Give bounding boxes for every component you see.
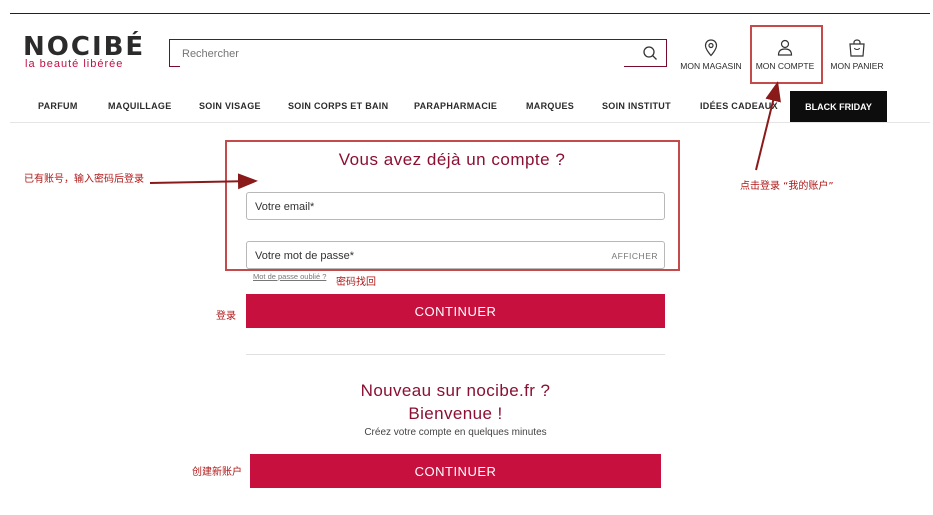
note-recover-password: 密码找回 [336, 277, 376, 288]
arrow-to-account [755, 81, 781, 171]
note-account-login: 已有账号，输入密码后登录 [24, 174, 144, 185]
annotation-arrows [149, 81, 781, 190]
note-login: 登录 [216, 311, 236, 322]
arrow-to-login-form [149, 173, 258, 190]
note-create-account: 创建新账户 [192, 467, 242, 478]
note-click-account: 点击登录 “我的账户” [740, 181, 834, 192]
